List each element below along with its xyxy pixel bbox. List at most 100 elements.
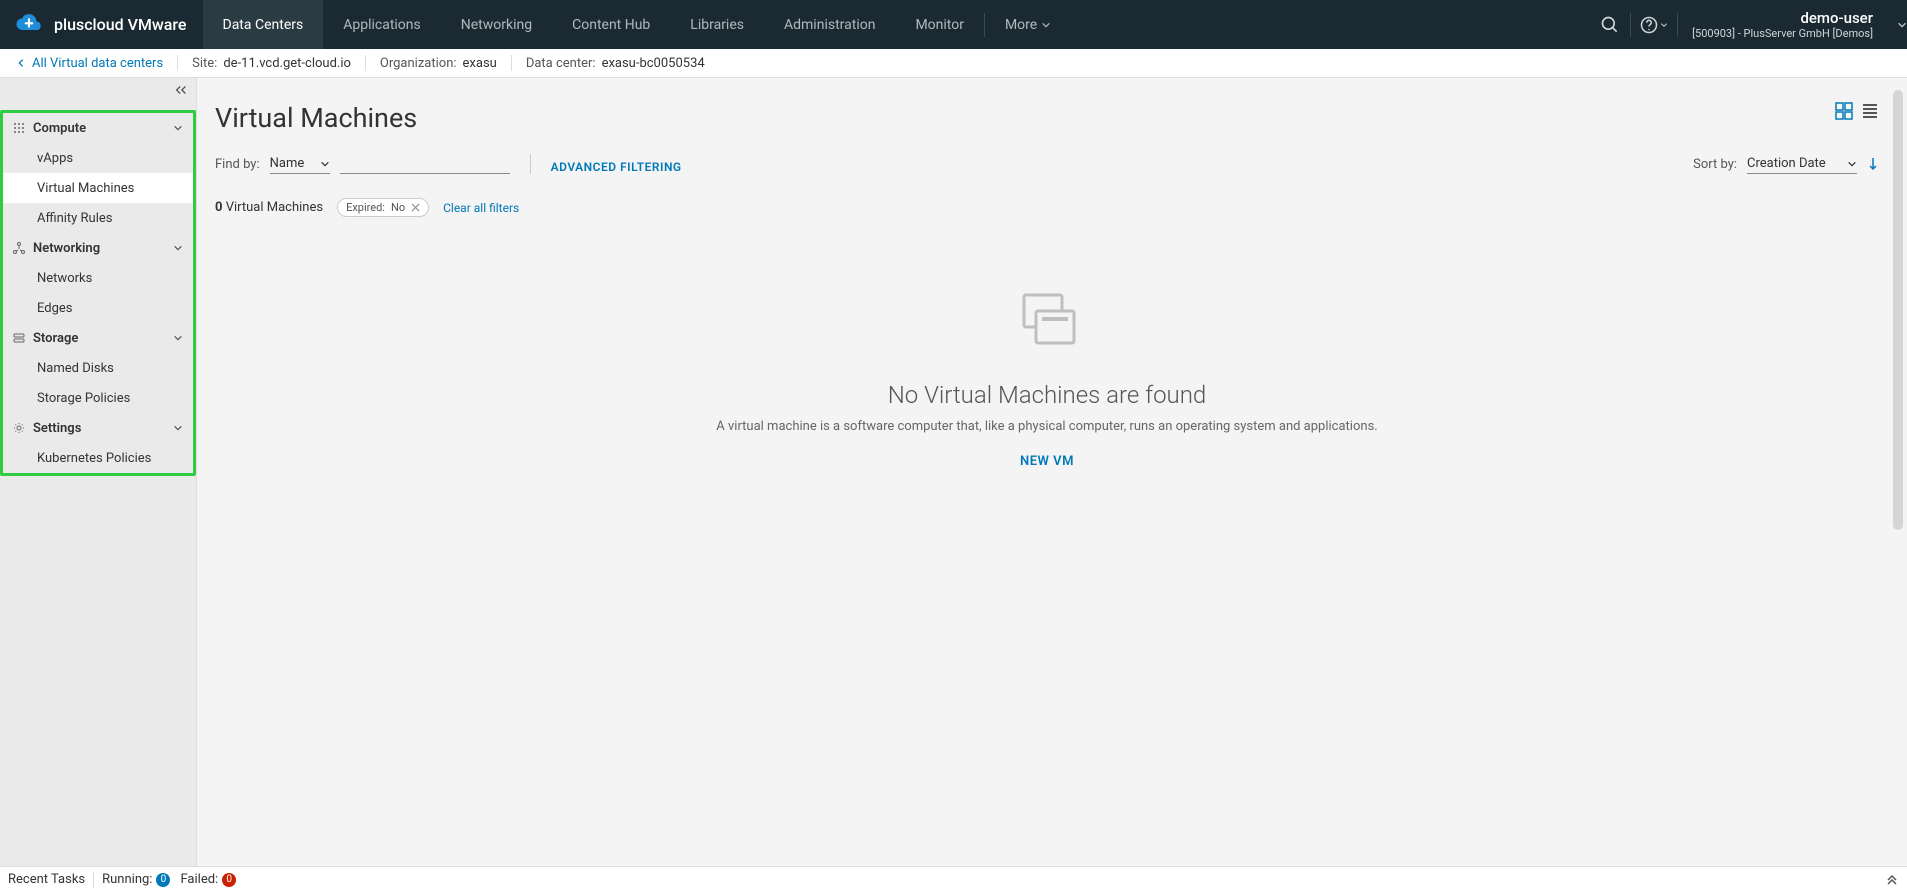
sidebar-group-header-compute[interactable]: Compute xyxy=(3,113,193,143)
search-button[interactable] xyxy=(1590,0,1630,49)
sidebar-group-networking: Networking Networks Edges xyxy=(3,233,193,323)
empty-state: No Virtual Machines are found A virtual … xyxy=(215,287,1879,469)
find-by: Find by: Name xyxy=(215,154,510,174)
nav-right: demo-user [500903] - PlusServer GmbH [De… xyxy=(1590,0,1907,49)
nav-tab-label: Monitor xyxy=(915,17,964,33)
context-separator xyxy=(365,55,366,71)
sidebar-item-label: Kubernetes Policies xyxy=(37,451,151,466)
nav-tab-monitor[interactable]: Monitor xyxy=(895,0,984,49)
nav-tab-networking[interactable]: Networking xyxy=(441,0,552,49)
failed-label: Failed: xyxy=(180,872,218,887)
failed-count-badge: 0 xyxy=(222,873,236,887)
nav-tab-administration[interactable]: Administration xyxy=(764,0,895,49)
sidebar-group-header-storage[interactable]: Storage xyxy=(3,323,193,353)
nav-tab-libraries[interactable]: Libraries xyxy=(670,0,764,49)
sort-direction-button[interactable] xyxy=(1867,157,1879,171)
sidebar-item-label: Affinity Rules xyxy=(37,211,113,226)
sidebar-item-virtual-machines[interactable]: Virtual Machines xyxy=(3,173,193,203)
arrow-down-icon xyxy=(1867,157,1879,171)
top-nav: pluscloud VMware Data Centers Applicatio… xyxy=(0,0,1907,49)
nav-tab-label: Data Centers xyxy=(223,17,304,33)
running-label: Running: xyxy=(102,872,152,887)
chip-value: No xyxy=(391,201,405,214)
empty-description: A virtual machine is a software computer… xyxy=(716,419,1377,434)
find-by-field: Name xyxy=(270,156,305,171)
context-key: Organization: xyxy=(380,56,457,71)
user-name: demo-user xyxy=(1800,9,1873,27)
sidebar-group-header-settings[interactable]: Settings xyxy=(3,413,193,443)
filter-row: Find by: Name ADVANCED FILTERING Sort by… xyxy=(215,154,1879,174)
results-row: 0 Virtual Machines Expired: No Clear all… xyxy=(215,198,1879,217)
context-separator xyxy=(177,55,178,71)
vertical-scrollbar[interactable] xyxy=(1893,90,1903,530)
sort-by-select[interactable]: Creation Date xyxy=(1747,154,1857,174)
nav-tab-label: Content Hub xyxy=(572,17,650,33)
sidebar-item-edges[interactable]: Edges xyxy=(3,293,193,323)
user-menu[interactable]: demo-user [500903] - PlusServer GmbH [De… xyxy=(1678,9,1907,40)
sidebar-item-kubernetes-policies[interactable]: Kubernetes Policies xyxy=(3,443,193,473)
sidebar-group-label: Storage xyxy=(33,331,78,346)
new-vm-button[interactable]: NEW VM xyxy=(1020,454,1074,469)
chevron-down-icon xyxy=(173,423,183,433)
back-label: All Virtual data centers xyxy=(32,56,163,71)
help-button[interactable] xyxy=(1631,0,1677,49)
back-all-vdc-link[interactable]: All Virtual data centers xyxy=(16,56,163,71)
vertical-separator xyxy=(530,154,531,174)
recent-tasks-bar: Recent Tasks Running: 0 Failed: 0 xyxy=(0,866,1907,892)
chevron-down-icon xyxy=(173,123,183,133)
nav-tab-data-centers[interactable]: Data Centers xyxy=(203,0,324,49)
user-org: [500903] - PlusServer GmbH [Demos] xyxy=(1692,27,1873,40)
empty-title: No Virtual Machines are found xyxy=(888,381,1207,409)
body: Compute vApps Virtual Machines Affinity … xyxy=(0,78,1907,866)
nav-tab-label: Administration xyxy=(784,17,875,33)
chevron-down-icon xyxy=(320,159,330,169)
sidebar-group-header-networking[interactable]: Networking xyxy=(3,233,193,263)
chevron-down-icon xyxy=(1660,21,1668,29)
close-icon xyxy=(411,203,420,212)
sidebar-item-label: vApps xyxy=(37,151,73,166)
context-org: Organization: exasu xyxy=(380,56,497,71)
sidebar: Compute vApps Virtual Machines Affinity … xyxy=(0,78,197,866)
sidebar-group-label: Compute xyxy=(33,121,86,136)
nav-tab-content-hub[interactable]: Content Hub xyxy=(552,0,670,49)
nav-tabs: Data Centers Applications Networking Con… xyxy=(203,0,1072,49)
grid-view-button[interactable] xyxy=(1835,102,1853,120)
find-by-select[interactable]: Name xyxy=(270,154,330,174)
grid-view-icon xyxy=(1835,102,1853,120)
context-site: Site: de-11.vcd.get-cloud.io xyxy=(192,56,351,71)
page-title: Virtual Machines xyxy=(215,102,1879,134)
sidebar-item-affinity-rules[interactable]: Affinity Rules xyxy=(3,203,193,233)
sidebar-item-vapps[interactable]: vApps xyxy=(3,143,193,173)
sidebar-item-storage-policies[interactable]: Storage Policies xyxy=(3,383,193,413)
advanced-filtering-link[interactable]: ADVANCED FILTERING xyxy=(551,160,682,174)
chevron-down-icon xyxy=(1041,20,1051,30)
chip-key: Expired: xyxy=(346,201,385,214)
context-key: Site: xyxy=(192,56,217,71)
sidebar-collapse-row xyxy=(0,78,196,110)
sort-by: Sort by: Creation Date xyxy=(1693,154,1879,174)
chip-remove-button[interactable] xyxy=(411,203,420,212)
sidebar-item-networks[interactable]: Networks xyxy=(3,263,193,293)
list-view-button[interactable] xyxy=(1861,102,1879,120)
chevron-down-icon xyxy=(173,243,183,253)
gear-icon xyxy=(13,422,27,434)
expand-tasks-button[interactable] xyxy=(1885,874,1899,886)
nav-tab-label: Networking xyxy=(461,17,532,33)
context-value: exasu xyxy=(463,56,497,71)
sidebar-item-label: Virtual Machines xyxy=(37,181,134,196)
sidebar-item-named-disks[interactable]: Named Disks xyxy=(3,353,193,383)
results-label: Virtual Machines xyxy=(226,200,323,215)
sidebar-group-label: Settings xyxy=(33,421,81,436)
find-by-input[interactable] xyxy=(340,154,510,174)
results-count: 0 Virtual Machines xyxy=(215,200,323,215)
nav-tab-more[interactable]: More xyxy=(985,0,1071,49)
sort-by-label: Sort by: xyxy=(1693,157,1737,172)
clear-all-filters-link[interactable]: Clear all filters xyxy=(443,201,519,215)
sidebar-collapse-button[interactable] xyxy=(174,84,188,104)
nav-tab-applications[interactable]: Applications xyxy=(323,0,441,49)
view-toggle xyxy=(1835,102,1879,120)
list-view-icon xyxy=(1861,102,1879,120)
sidebar-highlighted-region: Compute vApps Virtual Machines Affinity … xyxy=(0,110,196,476)
chevron-down-icon xyxy=(173,333,183,343)
filter-chip-expired: Expired: No xyxy=(337,198,429,217)
